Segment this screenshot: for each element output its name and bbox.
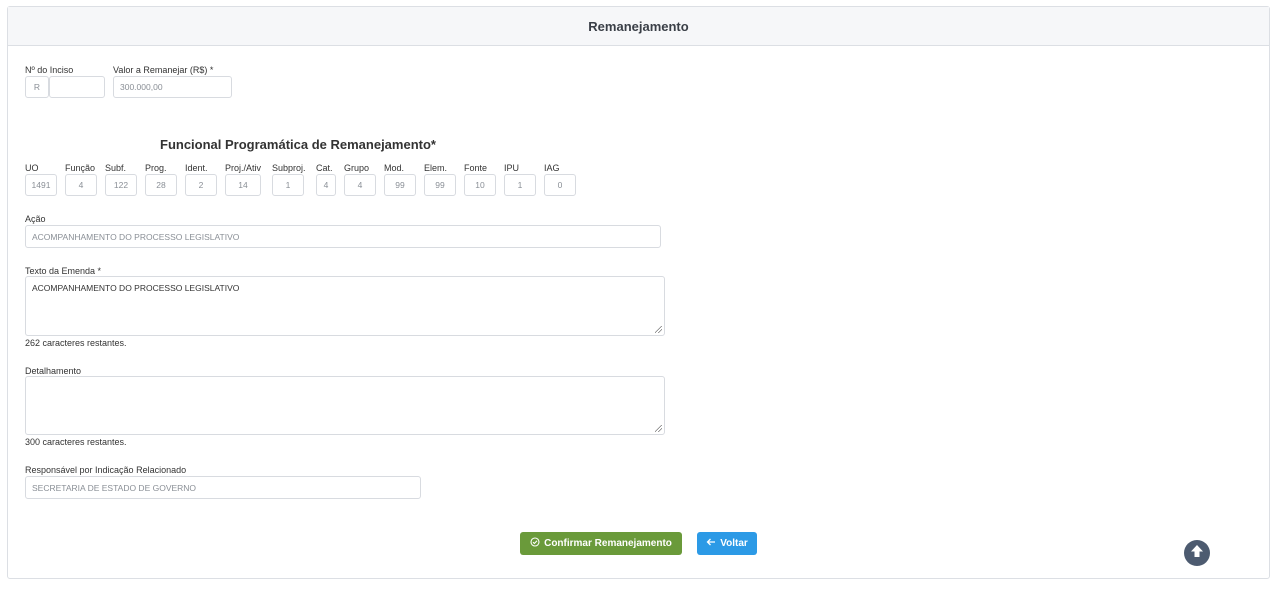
iag-input[interactable]: 0	[544, 174, 576, 196]
ipu-input[interactable]: 1	[504, 174, 536, 196]
mod-input[interactable]: 99	[384, 174, 416, 196]
acao-label: Ação	[25, 214, 46, 224]
ident-input[interactable]: 2	[185, 174, 217, 196]
confirm-button-label: Confirmar Remanejamento	[544, 538, 672, 549]
arrow-up-icon	[1189, 543, 1205, 564]
resize-grip-icon[interactable]	[655, 425, 662, 432]
texto-textarea[interactable]: ACOMPANHAMENTO DO PROCESSO LEGISLATIVO	[25, 276, 665, 336]
grupo-label: Grupo	[344, 163, 370, 173]
back-button[interactable]: Voltar	[697, 532, 757, 555]
projativ-label: Proj./Ativ	[225, 163, 262, 173]
back-button-label: Voltar	[720, 538, 748, 549]
fonte-label: Fonte	[464, 163, 488, 173]
panel-title: Remanejamento	[8, 7, 1269, 46]
ipu-label: IPU	[504, 163, 520, 173]
grupo-input[interactable]: 4	[344, 174, 376, 196]
inciso-prefix: R	[25, 76, 49, 98]
detalhamento-remaining: 300 caracteres restantes.	[25, 437, 127, 447]
texto-remaining: 262 caracteres restantes.	[25, 338, 127, 348]
responsavel-input[interactable]: SECRETARIA DE ESTADO DE GOVERNO	[25, 476, 421, 499]
fonte-input[interactable]: 10	[464, 174, 496, 196]
elem-input[interactable]: 99	[424, 174, 456, 196]
check-circle-icon	[530, 537, 540, 550]
prog-label: Prog.	[145, 163, 167, 173]
confirm-button[interactable]: Confirmar Remanejamento	[520, 532, 682, 555]
texto-value: ACOMPANHAMENTO DO PROCESSO LEGISLATIVO	[32, 283, 240, 293]
responsavel-label: Responsável por Indicação Relacionado	[25, 465, 187, 475]
subf-input[interactable]: 122	[105, 174, 137, 196]
elem-label: Elem.	[424, 163, 448, 173]
scroll-top-button[interactable]	[1184, 540, 1210, 566]
detalhamento-textarea[interactable]	[25, 376, 665, 435]
cat-input[interactable]: 4	[316, 174, 336, 196]
funcao-input[interactable]: 4	[65, 174, 97, 196]
iag-label: IAG	[544, 163, 560, 173]
ident-label: Ident.	[185, 163, 208, 173]
resize-grip-icon[interactable]	[655, 326, 662, 333]
subproj-label: Subproj.	[272, 163, 306, 173]
subf-label: Subf.	[105, 163, 127, 173]
cat-label: Cat.	[316, 163, 333, 173]
funcao-label: Função	[65, 163, 96, 173]
prog-input[interactable]: 28	[145, 174, 177, 196]
subproj-input[interactable]: 1	[272, 174, 304, 196]
projativ-input[interactable]: 14	[225, 174, 261, 196]
valor-input[interactable]: 300.000,00	[113, 76, 232, 98]
uo-label: UO	[25, 163, 39, 173]
inciso-input[interactable]	[49, 76, 105, 98]
detalhamento-label: Detalhamento	[25, 366, 82, 376]
uo-input[interactable]: 1491	[25, 174, 57, 196]
valor-label: Valor a Remanejar (R$) *	[113, 65, 214, 75]
mod-label: Mod.	[384, 163, 405, 173]
inciso-label: Nº do Inciso	[25, 65, 74, 75]
funcional-title: Funcional Programática de Remanejamento*	[160, 137, 436, 152]
texto-label: Texto da Emenda *	[25, 266, 102, 276]
arrow-left-icon	[706, 537, 716, 550]
acao-input[interactable]: ACOMPANHAMENTO DO PROCESSO LEGISLATIVO	[25, 225, 661, 248]
